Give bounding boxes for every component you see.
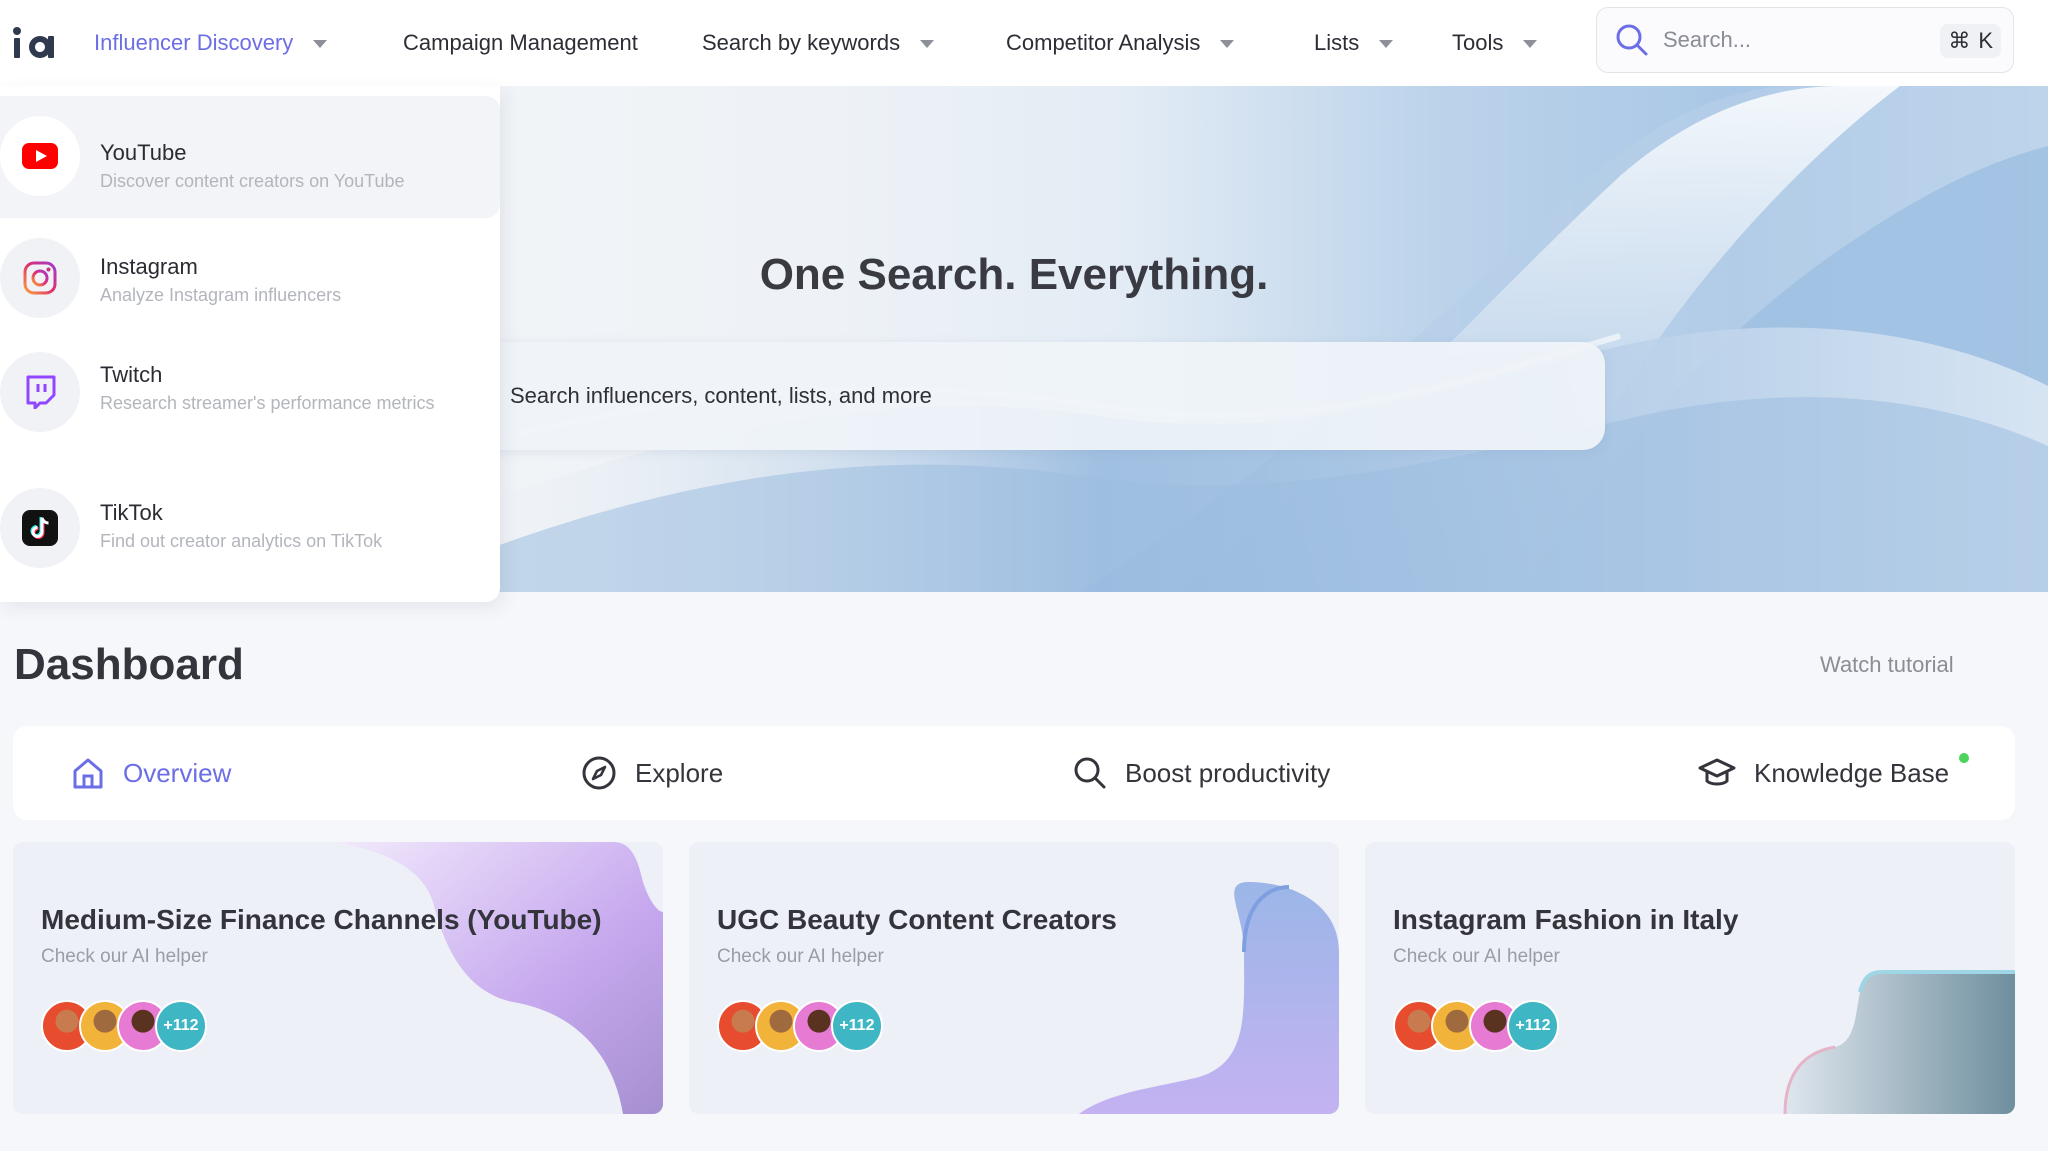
dropdown-item-twitch[interactable]: Twitch Research streamer's performance m… (0, 348, 500, 458)
card-decoration (1783, 970, 2015, 1114)
youtube-icon (0, 116, 80, 196)
nav-label: Competitor Analysis (1006, 30, 1201, 55)
global-search[interactable]: ⌘ K (1596, 7, 2014, 73)
more-avatars-badge: +112 (831, 1000, 883, 1052)
dropdown-item-title: Twitch (100, 362, 163, 387)
chevron-down-icon (920, 40, 935, 48)
nav-label: Campaign Management (403, 30, 638, 55)
global-search-input[interactable] (1663, 27, 1933, 53)
command-icon: ⌘ (1948, 28, 1971, 54)
dropdown-item-tiktok[interactable]: TikTok Find out creator analytics on Tik… (0, 486, 500, 586)
tiktok-icon (0, 488, 80, 568)
card-decoration (1079, 882, 1339, 1114)
more-avatars-badge: +112 (155, 1000, 207, 1052)
tab-label: Boost productivity (1125, 757, 1331, 788)
card-decoration (333, 842, 663, 1114)
keyboard-shortcut: ⌘ K (1940, 24, 2001, 58)
tab-boost-productivity[interactable]: Boost productivity (1073, 750, 1330, 796)
card-title: Medium-Size Finance Channels (YouTube) (41, 904, 602, 935)
suggestion-card-finance[interactable]: Medium-Size Finance Channels (YouTube) C… (13, 842, 663, 1114)
search-icon (1074, 757, 1106, 789)
suggestion-card-ugc-beauty[interactable]: UGC Beauty Content Creators Check our AI… (689, 842, 1339, 1114)
shortcut-key: K (1978, 28, 1993, 53)
tab-label: Explore (635, 757, 724, 788)
nav-label: Tools (1452, 30, 1504, 55)
instagram-icon (0, 238, 80, 318)
app-logo[interactable] (12, 24, 58, 60)
nav-influencer-discovery[interactable]: Influencer Discovery (94, 24, 328, 62)
graduation-cap-icon (1698, 758, 1736, 786)
chevron-down-icon (1523, 40, 1538, 48)
dropdown-item-title: YouTube (100, 140, 187, 165)
dashboard-title: Dashboard (14, 640, 244, 689)
nav-lists[interactable]: Lists (1314, 24, 1394, 62)
nav-tools[interactable]: Tools (1452, 24, 1538, 62)
dropdown-item-youtube[interactable]: YouTube Discover content creators on You… (0, 96, 500, 218)
dropdown-item-description: Analyze Instagram influencers (100, 285, 342, 305)
suggestion-card-instagram-fashion[interactable]: Instagram Fashion in Italy Check our AI … (1365, 842, 2015, 1114)
tab-overview[interactable]: Overview (71, 750, 231, 796)
dropdown-item-description: Find out creator analytics on TikTok (100, 531, 383, 551)
tab-label: Overview (123, 757, 232, 788)
nav-label: Influencer Discovery (94, 30, 294, 55)
card-subtitle: Check our AI helper (41, 946, 208, 967)
chevron-down-icon (313, 40, 328, 48)
chevron-down-icon (1379, 40, 1394, 48)
hero-search-input[interactable] (510, 383, 1510, 409)
nav-campaign-management[interactable]: Campaign Management (403, 24, 638, 62)
nav-search-by-keywords[interactable]: Search by keywords (702, 24, 935, 62)
influencer-discovery-dropdown: YouTube Discover content creators on You… (0, 86, 500, 602)
watch-tutorial-link[interactable]: Watch tutorial (1820, 652, 1954, 678)
card-title: Instagram Fashion in Italy (1393, 904, 1739, 935)
dropdown-item-description: Research streamer's performance metrics (100, 393, 435, 413)
tab-label: Knowledge Base (1754, 757, 1950, 788)
home-icon (73, 758, 103, 789)
twitch-icon (0, 352, 80, 432)
card-subtitle: Check our AI helper (717, 946, 884, 967)
compass-icon (582, 756, 616, 790)
chevron-down-icon (1220, 40, 1235, 48)
dropdown-item-description: Discover content creators on YouTube (100, 171, 405, 191)
tab-knowledge-base[interactable]: Knowledge Base (1698, 750, 1949, 796)
nav-competitor-analysis[interactable]: Competitor Analysis (1006, 24, 1235, 62)
dropdown-item-title: TikTok (100, 500, 163, 525)
new-content-indicator (1959, 753, 1969, 763)
card-title: UGC Beauty Content Creators (717, 904, 1117, 935)
nav-label: Lists (1314, 30, 1360, 55)
tab-explore[interactable]: Explore (581, 750, 723, 796)
search-icon (1616, 24, 1648, 56)
nav-label: Search by keywords (702, 30, 901, 55)
dashboard-tabs: Overview Explore Boost productivity Know… (13, 726, 2015, 820)
dropdown-item-instagram[interactable]: Instagram Analyze Instagram influencers (0, 234, 500, 334)
more-avatars-badge: +112 (1507, 1000, 1559, 1052)
hero-search-box[interactable] (470, 342, 1605, 450)
top-navigation: Influencer Discovery Campaign Management… (0, 0, 2048, 86)
card-subtitle: Check our AI helper (1393, 946, 1560, 967)
dropdown-item-title: Instagram (100, 254, 198, 279)
